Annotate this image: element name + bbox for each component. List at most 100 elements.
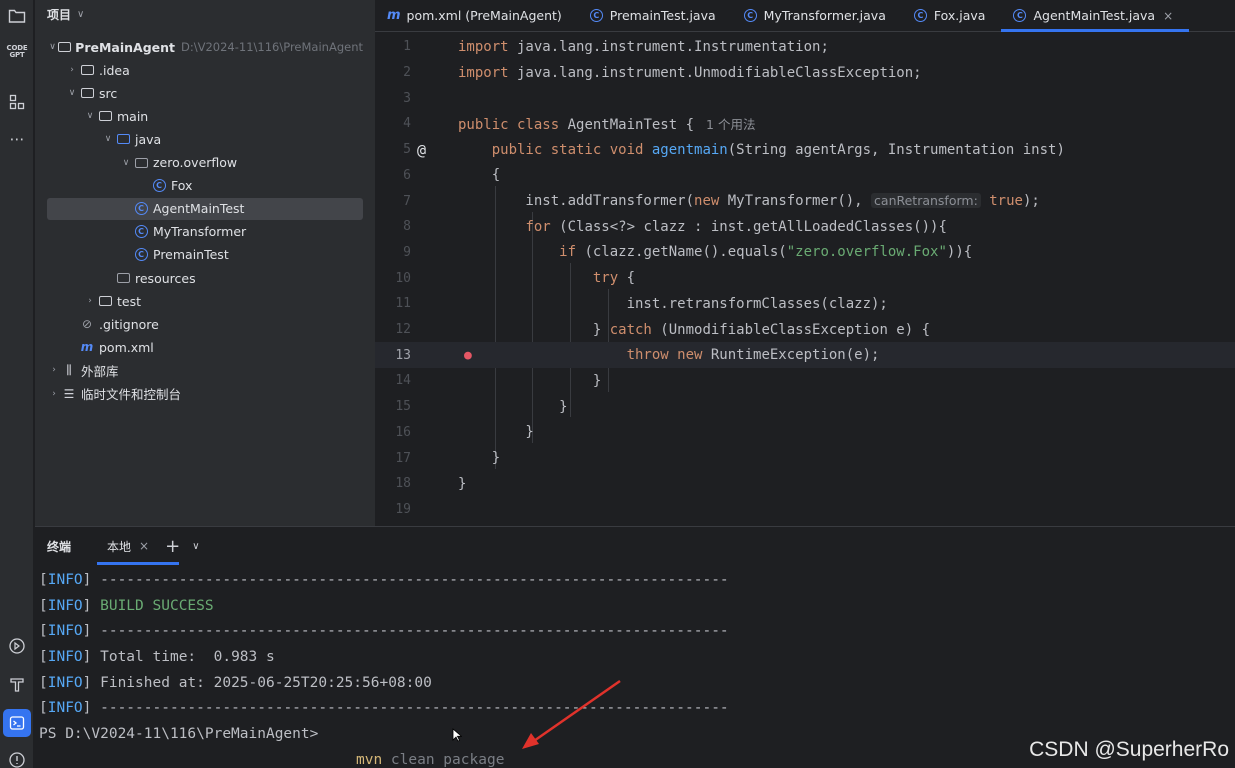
scratch-icon: ☰	[63, 386, 75, 401]
folder-icon	[98, 296, 112, 307]
resources-icon	[115, 271, 131, 285]
build-tool-icon[interactable]	[3, 671, 31, 699]
tab-label: MyTransformer.java	[763, 8, 886, 23]
code-line[interactable]: 8 for (Class<?> clazz : inst.getAllLoade…	[375, 214, 1235, 240]
line-number: 12	[395, 322, 411, 338]
tree-item[interactable]: ∨ main	[47, 105, 363, 127]
tree-item[interactable]: › .idea	[47, 59, 363, 81]
tree-item-label: java	[135, 131, 162, 147]
code-line[interactable]: 2 import java.lang.instrument.Unmodifiabl…	[375, 60, 1235, 86]
project-panel-header[interactable]: 项目 ∨	[47, 5, 84, 23]
code-line[interactable]: 18}	[375, 471, 1235, 497]
tree-item[interactable]: ∨ PreMainAgent D:\V2024-11\116\PreMainAgen…	[47, 36, 363, 58]
tree-item-label: 外部库	[81, 363, 119, 379]
new-terminal-plus-icon[interactable]: +	[165, 536, 180, 557]
terminal-tool-icon[interactable]	[3, 709, 31, 737]
tree-item[interactable]: C Fox	[47, 175, 363, 197]
chevron-down-icon[interactable]: ∨	[192, 541, 199, 552]
tab-label: PremainTest.java	[609, 8, 716, 23]
code-line[interactable]: 6 {	[375, 163, 1235, 189]
services-tool-icon[interactable]	[3, 632, 31, 660]
code-editor[interactable]: 1 import java.lang.instrument.Instrumenta…	[375, 32, 1235, 526]
class-icon: C	[134, 225, 148, 239]
close-icon[interactable]: ×	[1163, 9, 1173, 23]
tree-item[interactable]: m pom.xml	[47, 336, 363, 358]
class-icon: C	[133, 202, 149, 216]
project-panel-title: 项目	[47, 7, 72, 22]
code-text: import java.lang.instrument.Instrumentat…	[458, 38, 829, 55]
class-icon: C	[913, 9, 927, 22]
folder-blue-icon	[115, 132, 131, 146]
code-line[interactable]: 11 inst.retransformClasses(clazz);	[375, 291, 1235, 317]
code-line[interactable]: 14 }	[375, 368, 1235, 394]
log-text: BUILD SUCCESS	[91, 597, 214, 614]
tree-item[interactable]: › ☰ 临时文件和控制台	[47, 383, 363, 405]
terminal-line: [INFO] ---------------------------------…	[39, 571, 729, 588]
code-text: }	[458, 450, 501, 467]
editor-tab[interactable]: C MyTransformer.java	[732, 0, 902, 31]
line-number: 9	[403, 244, 411, 260]
code-line[interactable]: 9 if (clazz.getName().equals("zero.overf…	[375, 240, 1235, 266]
code-line[interactable]: 4 public class AgentMainTest {1 个用法	[375, 111, 1235, 137]
tree-item[interactable]: › ⫼ 外部库	[47, 359, 363, 381]
structure-tool-icon[interactable]	[3, 88, 31, 116]
code-text: }	[458, 398, 568, 415]
code-text: public static void agentmain(String agen…	[491, 141, 1065, 158]
package-icon	[116, 273, 130, 283]
tree-item-label: Fox	[171, 178, 193, 194]
editor-tab[interactable]: C AgentMainTest.java ×	[1001, 0, 1189, 32]
tree-item[interactable]: ⊘ .gitignore	[47, 313, 363, 335]
code-line[interactable]: 5 @ public static void agentmain(String a…	[375, 137, 1235, 163]
log-text: ----------------------------------------…	[91, 571, 729, 588]
chevron-icon: ∨	[68, 88, 76, 99]
tree-item[interactable]: C PremainTest	[47, 244, 363, 266]
class-icon: C	[152, 179, 166, 193]
code-line[interactable]: 15 }	[375, 394, 1235, 420]
line-number: 15	[395, 399, 411, 415]
folder-icon	[79, 86, 95, 100]
tree-item[interactable]: C MyTransformer	[47, 221, 363, 243]
code-line[interactable]: 1 import java.lang.instrument.Instrumenta…	[375, 34, 1235, 60]
line-number: 2	[403, 65, 411, 81]
code-line[interactable]: 19	[375, 497, 1235, 523]
tree-item[interactable]: C AgentMainTest	[47, 197, 363, 220]
folder-icon	[58, 42, 72, 52]
code-text: for (Class<?> clazz : inst.getAllLoadedC…	[525, 218, 947, 235]
more-tools-icon[interactable]: ⋯	[3, 125, 31, 153]
tree-item[interactable]: ∨ src	[47, 82, 363, 104]
code-line[interactable]: 3	[375, 85, 1235, 111]
code-line[interactable]: 12 } catch (UnmodifiableClassException e…	[375, 317, 1235, 343]
implements-gutter-icon[interactable]: @	[417, 141, 426, 159]
codegpt-tool-icon[interactable]: CODE GPT	[3, 38, 31, 66]
editor-tab[interactable]: m pom.xml (PreMainAgent)	[375, 0, 578, 31]
line-number: 16	[395, 424, 411, 440]
ignore-icon: ⊘	[81, 317, 93, 332]
problems-tool-icon[interactable]	[3, 746, 31, 768]
line-number: 5	[403, 142, 411, 158]
line-number: 11	[395, 296, 411, 312]
tree-item[interactable]: › test	[47, 290, 363, 312]
tree-item[interactable]: ∨ java	[47, 128, 363, 150]
project-tool-icon[interactable]	[3, 2, 31, 30]
close-icon[interactable]: ×	[139, 539, 149, 553]
code-line[interactable]: 10 try {	[375, 265, 1235, 291]
chevron-icon: ∨	[122, 157, 130, 168]
usage-hint[interactable]: 1 个用法	[706, 117, 755, 132]
folder-icon	[80, 88, 94, 99]
editor-tab[interactable]: C PremainTest.java	[578, 0, 732, 31]
terminal-line: [INFO] ---------------------------------…	[39, 623, 729, 640]
editor-tab[interactable]: C Fox.java	[902, 0, 1002, 31]
code-line[interactable]: 13 ● throw new RuntimeException(e);	[375, 342, 1235, 369]
maven-icon: m	[80, 340, 94, 355]
code-line[interactable]: 7 inst.addTransformer(new MyTransformer(…	[375, 188, 1235, 214]
chevron-icon: ›	[52, 388, 56, 399]
class-icon: C	[134, 202, 148, 216]
chevron-icon: ∨	[86, 111, 94, 122]
code-line[interactable]: 17 }	[375, 445, 1235, 471]
package-icon	[133, 156, 149, 170]
code-line[interactable]: 16 }	[375, 420, 1235, 446]
tree-item-label: main	[117, 108, 149, 124]
terminal-tab-local[interactable]: 本地 ×	[97, 527, 180, 565]
tree-item[interactable]: ∨ zero.overflow	[47, 152, 363, 174]
tree-item[interactable]: resources	[47, 267, 363, 289]
